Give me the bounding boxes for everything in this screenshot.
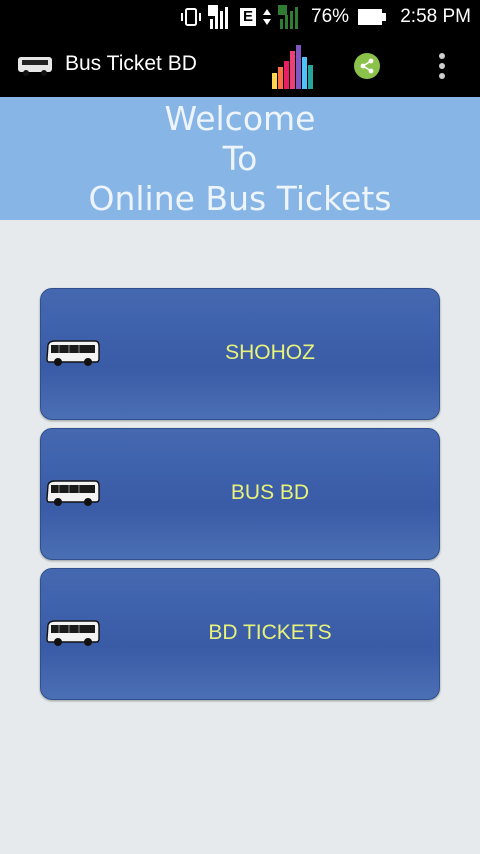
provider-label: BD TICKETS xyxy=(208,621,332,644)
bd-tickets-button[interactable]: BD TICKETS xyxy=(40,568,440,700)
bus-bd-button[interactable]: BUS BD xyxy=(40,428,440,560)
overflow-menu-icon xyxy=(439,53,445,59)
chart-icon[interactable] xyxy=(270,43,314,91)
signal-sim1-icon xyxy=(208,5,228,29)
clock: 2:58 PM xyxy=(400,6,471,27)
shohoz-button[interactable]: SHOHOZ xyxy=(40,288,440,420)
share-icon xyxy=(360,58,374,74)
overflow-menu-button[interactable] xyxy=(434,51,450,81)
vibrate-icon xyxy=(181,8,201,26)
app-title: Bus Ticket BD xyxy=(65,52,197,75)
signal-sim2-icon xyxy=(278,5,299,29)
data-arrows-icon xyxy=(263,9,272,25)
overflow-menu-dot xyxy=(439,63,445,69)
status-bar: E 76% 2:58 PM xyxy=(0,0,480,33)
provider-label: SHOHOZ xyxy=(225,341,315,364)
battery-percent: 76% xyxy=(311,6,350,27)
welcome-line-1: Welcome xyxy=(164,99,316,138)
overflow-menu-dot xyxy=(439,73,445,79)
app-bar: Bus Ticket BD xyxy=(0,33,480,97)
battery-icon xyxy=(358,9,386,25)
network-type-badge: E xyxy=(240,8,257,26)
welcome-line-3: Online Bus Tickets xyxy=(88,179,392,218)
bus-icon xyxy=(18,57,52,76)
welcome-banner: Welcome To Online Bus Tickets xyxy=(0,97,480,220)
provider-label: BUS BD xyxy=(230,481,310,504)
bus-icon xyxy=(46,340,100,366)
bus-icon xyxy=(46,620,100,646)
status-icons: E xyxy=(180,5,300,29)
share-button[interactable] xyxy=(354,53,380,79)
bus-icon xyxy=(46,480,100,506)
provider-list: SHOHOZ BUS BD BD TICKETS xyxy=(40,288,440,708)
welcome-line-2: To xyxy=(222,139,258,178)
